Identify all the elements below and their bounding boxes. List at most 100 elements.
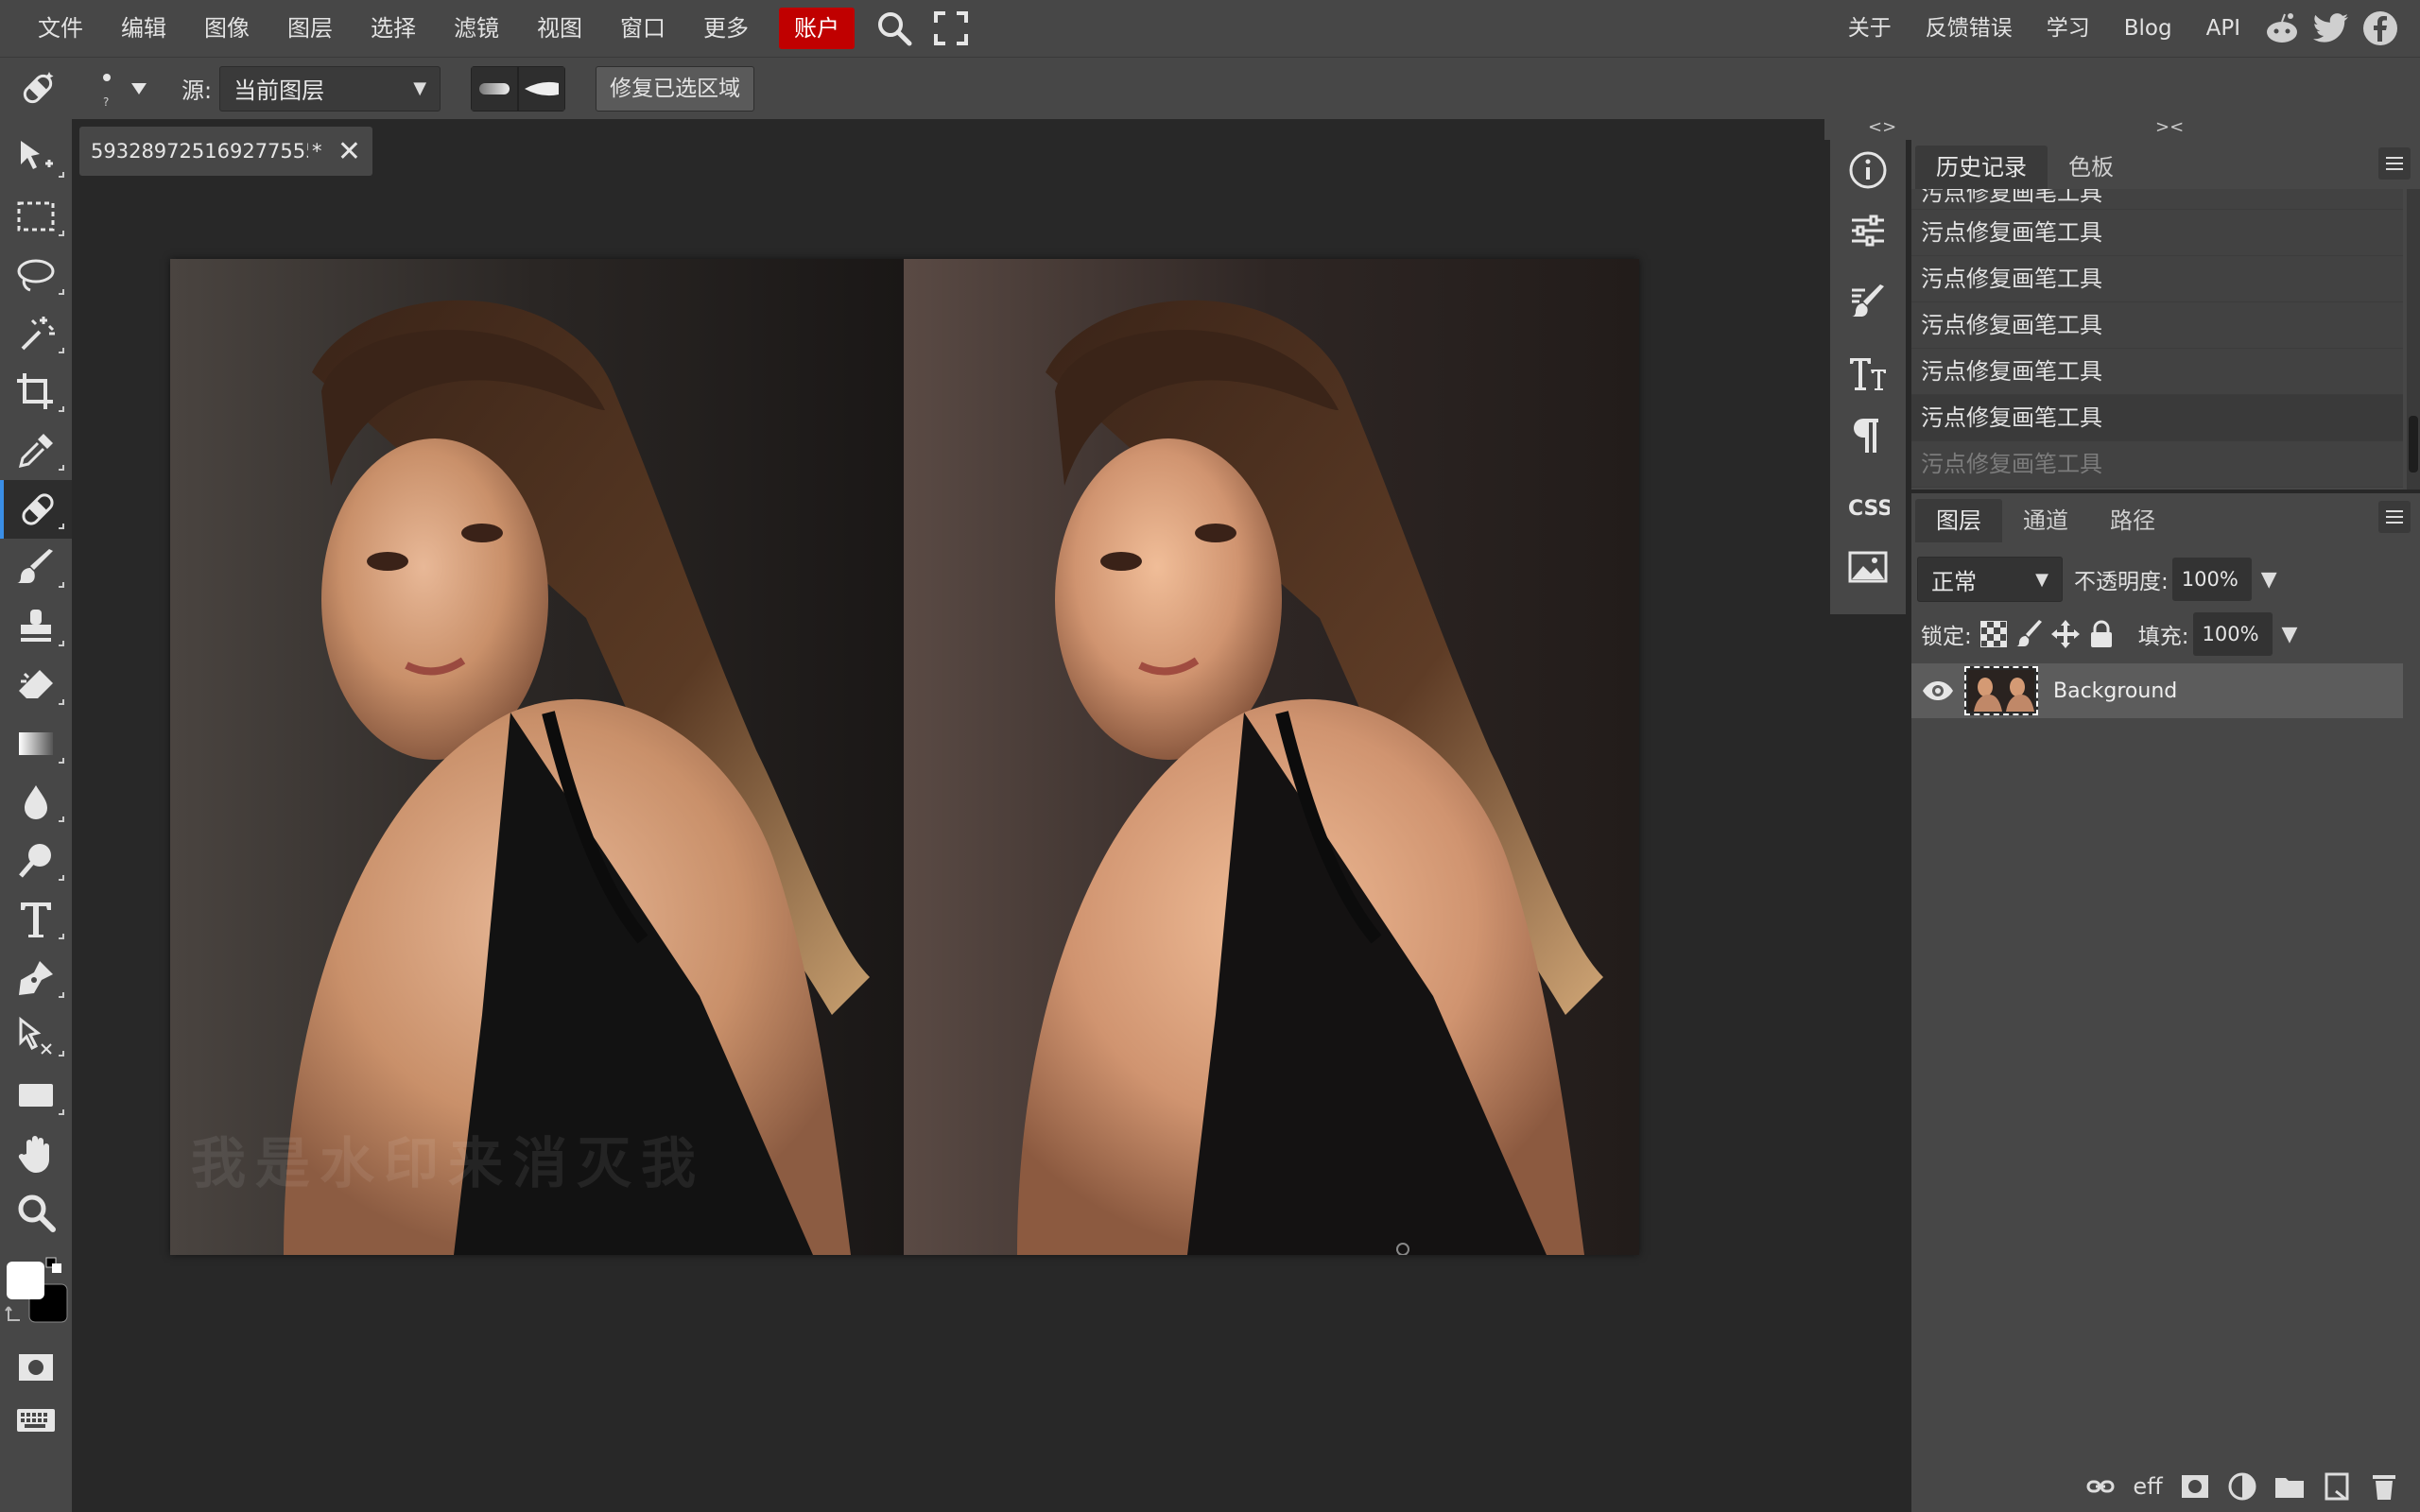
clone-stamp-tool[interactable] <box>0 597 72 656</box>
move-tool[interactable] <box>0 129 72 187</box>
menu-select[interactable]: 选择 <box>352 0 435 57</box>
history-item[interactable]: 污点修复画笔工具 <box>1911 189 2403 210</box>
gradient-tool[interactable] <box>0 714 72 773</box>
soft-brush-button[interactable] <box>471 65 519 112</box>
trash-icon[interactable] <box>2367 1469 2401 1503</box>
svg-text:?: ? <box>103 95 109 109</box>
menu-window[interactable]: 窗口 <box>601 0 684 57</box>
lock-transparency-icon[interactable] <box>1976 612 2012 656</box>
hard-brush-button[interactable] <box>518 65 566 112</box>
menu-image[interactable]: 图像 <box>185 0 268 57</box>
history-scrollbar[interactable] <box>2407 189 2420 490</box>
close-icon[interactable]: ✕ <box>337 135 361 168</box>
menu-learn[interactable]: 学习 <box>2030 0 2107 57</box>
account-button[interactable]: 账户 <box>779 8 855 49</box>
collapse-icon[interactable]: >< <box>2155 117 2184 137</box>
history-item-current[interactable]: 污点修复画笔工具 <box>1911 395 2403 441</box>
menu-api[interactable]: API <box>2189 0 2257 57</box>
tab-layers[interactable]: 图层 <box>1915 499 2002 542</box>
hamburger-menu-icon[interactable] <box>2378 501 2411 533</box>
brush-size-picker[interactable]: ? <box>76 58 170 120</box>
fill-dropdown-icon[interactable]: ▼ <box>2282 623 2298 646</box>
eye-icon[interactable] <box>1911 680 1964 701</box>
folder-icon[interactable] <box>2273 1469 2307 1503</box>
eraser-tool[interactable] <box>0 656 72 714</box>
tab-paths[interactable]: 路径 <box>2089 499 2176 542</box>
css-icon[interactable]: CSS <box>1830 476 1906 537</box>
heal-selection-button[interactable]: 修复已选区域 <box>596 65 755 112</box>
effects-button[interactable]: eff <box>2131 1469 2165 1503</box>
marquee-tool[interactable] <box>0 187 72 246</box>
svg-text:CSS: CSS <box>1848 497 1890 521</box>
brush-tool[interactable] <box>0 539 72 597</box>
magic-wand-tool[interactable] <box>0 304 72 363</box>
type-tool[interactable] <box>0 890 72 949</box>
chevron-down-icon <box>131 82 147 94</box>
info-icon[interactable] <box>1830 140 1906 200</box>
paragraph-icon[interactable] <box>1830 404 1906 465</box>
brush-settings-icon[interactable] <box>1830 272 1906 333</box>
keyboard-shortcuts[interactable] <box>0 1391 72 1450</box>
search-icon[interactable] <box>866 0 923 57</box>
menu-more[interactable]: 更多 <box>684 0 768 57</box>
twitter-icon[interactable] <box>2307 0 2356 57</box>
fill-input[interactable]: 100% <box>2192 612 2273 656</box>
menu-filter[interactable]: 滤镜 <box>435 0 518 57</box>
lock-position-icon[interactable] <box>2048 612 2083 656</box>
lock-pixels-icon[interactable] <box>2012 612 2048 656</box>
menu-about[interactable]: 关于 <box>1831 0 1909 57</box>
adjustment-layer-icon[interactable] <box>2225 1469 2259 1503</box>
image-icon[interactable] <box>1830 537 1906 597</box>
menu-blog[interactable]: Blog <box>2107 0 2189 57</box>
source-select[interactable]: 当前图层 ▼ <box>219 65 441 112</box>
tab-swatches[interactable]: 色板 <box>2048 146 2135 189</box>
adjustments-icon[interactable] <box>1830 200 1906 261</box>
lock-row: 锁定: 填充: 100% ▼ <box>1911 607 2420 662</box>
facebook-icon[interactable] <box>2356 0 2405 57</box>
menu-file[interactable]: 文件 <box>19 0 102 57</box>
layer-row-background[interactable]: Background <box>1911 663 2403 718</box>
history-item[interactable]: 污点修复画笔工具 <box>1911 256 2403 302</box>
dodge-tool[interactable] <box>0 832 72 890</box>
character-icon[interactable] <box>1830 344 1906 404</box>
spot-healing-tool[interactable] <box>0 480 72 539</box>
eyedropper-icon <box>18 434 53 469</box>
menu-edit[interactable]: 编辑 <box>102 0 185 57</box>
eyedropper-tool[interactable] <box>0 421 72 480</box>
document-tab[interactable]: 593289725169277555 * ✕ <box>79 127 372 176</box>
photo-retouched <box>904 259 1639 1255</box>
hamburger-menu-icon[interactable] <box>2378 147 2411 180</box>
image-canvas[interactable]: 我是水印来消灭我 <box>170 259 1639 1255</box>
opacity-dropdown-icon[interactable]: ▼ <box>2261 568 2277 592</box>
tab-channels[interactable]: 通道 <box>2002 499 2089 542</box>
quick-mask-tool[interactable] <box>0 1338 72 1397</box>
lock-all-icon[interactable] <box>2083 612 2119 656</box>
expand-icon[interactable]: <> <box>1868 117 1896 137</box>
history-item[interactable]: 污点修复画笔工具 <box>1911 302 2403 349</box>
blend-mode-select[interactable]: 正常 ▼ <box>1917 557 2063 602</box>
crop-icon <box>17 373 53 409</box>
tab-history[interactable]: 历史记录 <box>1915 146 2048 189</box>
shape-tool[interactable] <box>0 1066 72 1125</box>
add-mask-icon[interactable] <box>2178 1469 2212 1503</box>
menu-layer[interactable]: 图层 <box>268 0 352 57</box>
menu-report-bug[interactable]: 反馈错误 <box>1909 0 2030 57</box>
history-item[interactable]: 污点修复画笔工具 <box>1911 349 2403 395</box>
crop-tool[interactable] <box>0 363 72 421</box>
dodge-icon <box>19 844 51 878</box>
history-item[interactable]: 污点修复画笔工具 <box>1911 210 2403 256</box>
link-icon[interactable] <box>2083 1469 2118 1503</box>
opacity-input[interactable]: 100% <box>2171 558 2252 601</box>
new-layer-icon[interactable] <box>2320 1469 2354 1503</box>
blur-tool[interactable] <box>0 773 72 832</box>
history-item-undone[interactable]: 污点修复画笔工具 <box>1911 441 2403 488</box>
pen-tool[interactable] <box>0 949 72 1007</box>
color-swatches[interactable] <box>0 1249 72 1334</box>
path-select-tool[interactable] <box>0 1007 72 1066</box>
lasso-tool[interactable] <box>0 246 72 304</box>
menu-view[interactable]: 视图 <box>518 0 601 57</box>
zoom-tool[interactable] <box>0 1183 72 1242</box>
fullscreen-icon[interactable] <box>923 0 979 57</box>
hand-tool[interactable] <box>0 1125 72 1183</box>
reddit-icon[interactable] <box>2257 0 2307 57</box>
